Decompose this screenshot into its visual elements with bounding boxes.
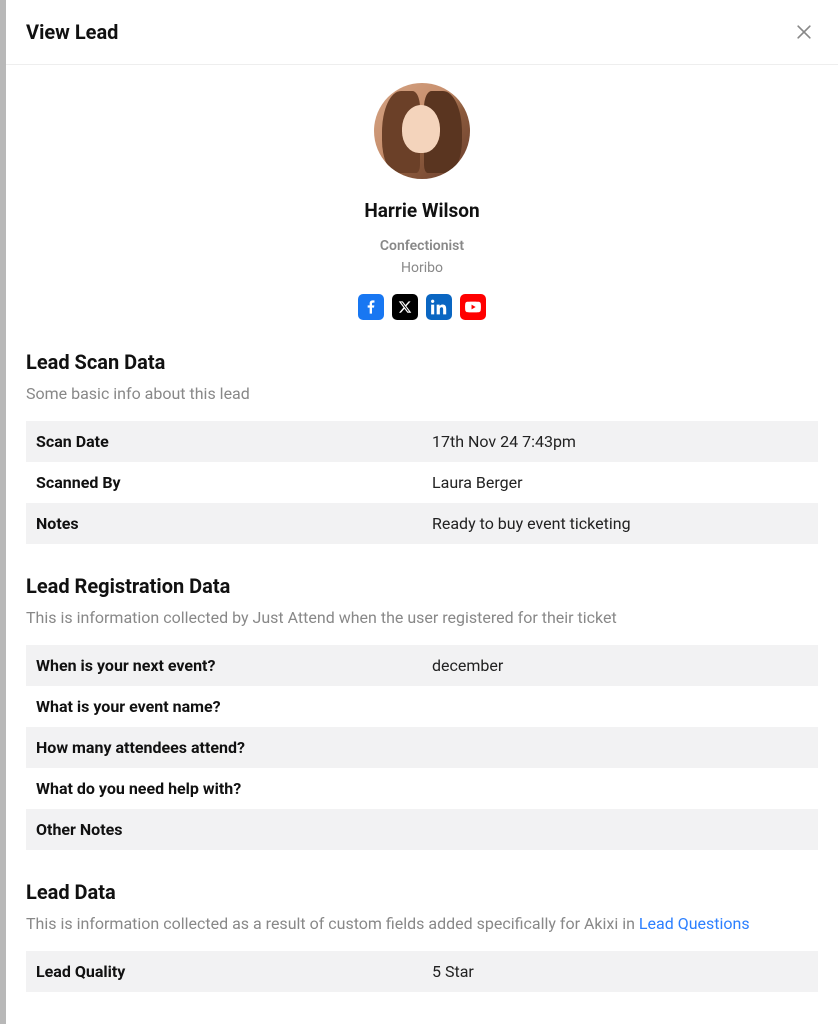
row-label: Scan Date bbox=[26, 421, 422, 462]
lead-questions-link[interactable]: Lead Questions bbox=[639, 914, 750, 933]
table-row: How many attendees attend? bbox=[26, 727, 818, 768]
row-label: When is your next event? bbox=[26, 645, 422, 686]
row-value bbox=[422, 727, 818, 768]
row-value: 5 Star bbox=[422, 951, 818, 992]
row-value bbox=[422, 686, 818, 727]
row-label: Lead Quality bbox=[26, 951, 422, 992]
registration-section-sub: This is information collected by Just At… bbox=[26, 608, 818, 627]
x-icon bbox=[398, 300, 412, 314]
row-label: Scanned By bbox=[26, 462, 422, 503]
leaddata-sub-text: This is information collected as a resul… bbox=[26, 914, 639, 933]
table-row: Scan Date 17th Nov 24 7:43pm bbox=[26, 421, 818, 462]
leaddata-section-heading: Lead Data bbox=[26, 880, 818, 904]
profile-section: Harrie Wilson Confectionist Horibo bbox=[26, 83, 818, 320]
table-row: Lead Quality 5 Star bbox=[26, 951, 818, 992]
row-label: What do you need help with? bbox=[26, 768, 422, 809]
youtube-icon bbox=[465, 299, 481, 315]
row-value: Laura Berger bbox=[422, 462, 818, 503]
modal-title: View Lead bbox=[26, 20, 118, 44]
table-row: Notes Ready to buy event ticketing bbox=[26, 503, 818, 544]
table-row: When is your next event? december bbox=[26, 645, 818, 686]
close-icon bbox=[794, 22, 814, 42]
row-value: Ready to buy event ticketing bbox=[422, 503, 818, 544]
social-links bbox=[26, 294, 818, 320]
row-value bbox=[422, 809, 818, 850]
row-label: How many attendees attend? bbox=[26, 727, 422, 768]
row-value: 17th Nov 24 7:43pm bbox=[422, 421, 818, 462]
profile-company: Horibo bbox=[26, 260, 818, 276]
registration-data-table: When is your next event? december What i… bbox=[26, 645, 818, 850]
leaddata-section-sub: This is information collected as a resul… bbox=[26, 914, 818, 933]
scan-section-sub: Some basic info about this lead bbox=[26, 384, 818, 403]
avatar bbox=[374, 83, 470, 179]
youtube-link[interactable] bbox=[460, 294, 486, 320]
close-button[interactable] bbox=[790, 18, 818, 46]
profile-role: Confectionist bbox=[26, 238, 818, 254]
modal-body: Harrie Wilson Confectionist Horibo Lead … bbox=[6, 65, 838, 1012]
linkedin-link[interactable] bbox=[426, 294, 452, 320]
backdrop-sliver bbox=[0, 0, 6, 1024]
view-lead-modal: View Lead Harrie Wilson Confectionist Ho… bbox=[6, 0, 838, 1012]
leaddata-table: Lead Quality 5 Star bbox=[26, 951, 818, 992]
scan-section-heading: Lead Scan Data bbox=[26, 350, 818, 374]
row-value bbox=[422, 768, 818, 809]
modal-header: View Lead bbox=[6, 0, 838, 65]
linkedin-icon bbox=[431, 299, 447, 315]
row-label: What is your event name? bbox=[26, 686, 422, 727]
row-value: december bbox=[422, 645, 818, 686]
row-label: Other Notes bbox=[26, 809, 422, 850]
x-link[interactable] bbox=[392, 294, 418, 320]
facebook-link[interactable] bbox=[358, 294, 384, 320]
table-row: Other Notes bbox=[26, 809, 818, 850]
table-row: Scanned By Laura Berger bbox=[26, 462, 818, 503]
profile-name: Harrie Wilson bbox=[26, 199, 818, 222]
registration-section-heading: Lead Registration Data bbox=[26, 574, 818, 598]
facebook-icon bbox=[363, 299, 379, 315]
scan-data-table: Scan Date 17th Nov 24 7:43pm Scanned By … bbox=[26, 421, 818, 544]
row-label: Notes bbox=[26, 503, 422, 544]
table-row: What is your event name? bbox=[26, 686, 818, 727]
table-row: What do you need help with? bbox=[26, 768, 818, 809]
